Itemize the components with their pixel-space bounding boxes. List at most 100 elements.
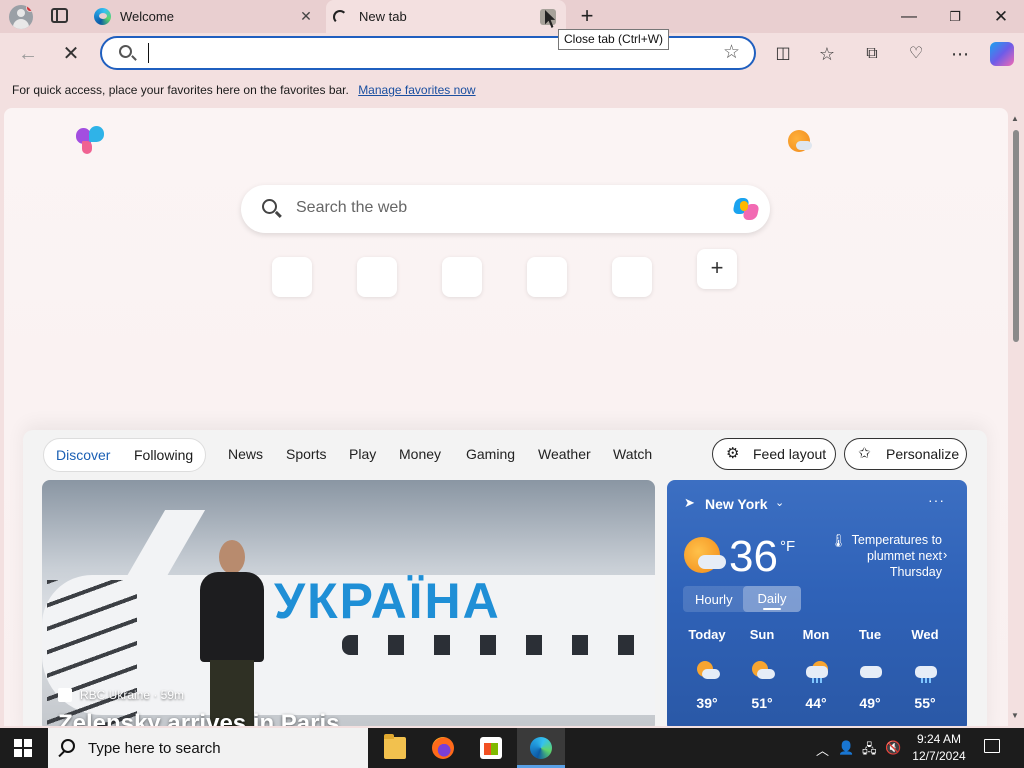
quick-link[interactable]: [272, 257, 312, 297]
stop-loading-button[interactable]: ✕: [60, 43, 82, 65]
taskbar-search[interactable]: Type here to search: [48, 728, 368, 768]
manage-favorites-link[interactable]: Manage favorites now: [358, 83, 475, 97]
news-feed: Discover Following News Sports Play Mone…: [23, 430, 987, 726]
system-clock[interactable]: 9:24 AM 12/7/2024: [908, 731, 970, 765]
nav-gaming[interactable]: Gaming: [466, 446, 515, 462]
close-window-button[interactable]: ✕: [978, 0, 1024, 33]
quick-link[interactable]: [527, 257, 567, 297]
scroll-up-icon[interactable]: ▲: [1011, 114, 1019, 123]
tab-strip: Welcome ✕ New tab + — ❐ ✕: [0, 0, 1024, 33]
chevron-down-icon[interactable]: ⌄: [775, 496, 784, 509]
toggle-daily[interactable]: Daily: [743, 586, 801, 612]
collections-icon[interactable]: ⧉: [861, 43, 883, 65]
boarding-stairs: [47, 580, 137, 726]
web-search-box[interactable]: Search the web: [241, 185, 770, 233]
sparkle-star-icon: ✩: [858, 445, 871, 462]
tab-actions-icon[interactable]: [51, 8, 68, 23]
forecast-day[interactable]: Tue 49°: [844, 620, 896, 726]
sun-cloud-rain-icon: [804, 660, 828, 683]
header-weather-icon[interactable]: [788, 130, 812, 152]
toggle-hourly[interactable]: Hourly: [695, 592, 733, 607]
nav-play[interactable]: Play: [349, 446, 376, 462]
search-icon: [61, 739, 75, 753]
forecast-day-name: Tue: [858, 627, 882, 642]
more-options-icon[interactable]: ···: [928, 492, 945, 508]
copilot-icon[interactable]: [990, 42, 1014, 66]
personalize-button[interactable]: ✩ Personalize: [844, 438, 967, 470]
forecast-day[interactable]: Mon 44°: [790, 620, 842, 726]
forecast-day[interactable]: Wed 55°: [899, 620, 951, 726]
search-icon: [119, 45, 132, 58]
chevron-right-icon[interactable]: ›: [943, 547, 947, 562]
add-favorite-star-icon[interactable]: ☆: [723, 41, 740, 64]
toolbar: ← ✕ ☆ ◫ ☆ ⧉ ♡ ⋯: [0, 33, 1024, 75]
forecast-day[interactable]: Sun 51°: [736, 620, 788, 726]
nav-watch[interactable]: Watch: [613, 446, 652, 462]
more-icon[interactable]: ⋯: [949, 43, 971, 65]
rain-icon: [913, 660, 937, 683]
scroll-down-icon[interactable]: ▼: [1011, 711, 1019, 720]
news-source: RBC Ukraine · 59m: [58, 688, 184, 702]
feed-layout-button[interactable]: ⚙ Feed layout: [712, 438, 836, 470]
forecast-day-name: Wed: [911, 627, 939, 642]
profile-icon[interactable]: [9, 5, 33, 29]
file-explorer-icon: [384, 734, 406, 759]
plane-windows: [342, 635, 642, 655]
close-icon[interactable]: ✕: [300, 9, 312, 23]
temperature-unit[interactable]: °F: [780, 538, 795, 555]
hero-news-card[interactable]: УКРАЇНА RBC Ukraine · 59m Zelensky arriv…: [42, 480, 655, 726]
split-screen-icon[interactable]: ◫: [772, 43, 794, 65]
notification-center-icon[interactable]: [984, 739, 1000, 753]
location-arrow-icon: ➤: [684, 495, 695, 510]
volume-muted-icon[interactable]: 🔇: [885, 740, 901, 756]
clock-time: 9:24 AM: [916, 732, 962, 746]
add-quick-link-button[interactable]: +: [697, 249, 737, 289]
forecast-day[interactable]: Today 39°: [681, 620, 733, 726]
file-explorer-app[interactable]: [371, 728, 419, 768]
scrollbar-thumb[interactable]: [1013, 130, 1019, 342]
hero-headline[interactable]: Zelensky arrives in Paris: [58, 710, 340, 726]
page-scrollbar[interactable]: ▲ ▼: [1008, 108, 1024, 726]
quick-link[interactable]: [442, 257, 482, 297]
copilot-icon[interactable]: [732, 195, 760, 223]
source-line: RBC Ukraine · 59m: [80, 688, 185, 702]
back-button[interactable]: ←: [17, 43, 39, 65]
hero-person: [192, 540, 272, 726]
forecast-day-name: Today: [688, 627, 726, 642]
nav-weather[interactable]: Weather: [538, 446, 591, 462]
microsoft-start-logo[interactable]: [76, 126, 108, 156]
tab-welcome[interactable]: Welcome ✕: [84, 0, 326, 33]
tab-new-tab[interactable]: New tab: [326, 0, 566, 33]
weather-alert[interactable]: Temperatures to plummet next Thursday: [832, 532, 942, 580]
favorites-icon[interactable]: ☆: [816, 43, 838, 65]
clock-date: 12/7/2024: [912, 749, 966, 763]
edge-app[interactable]: [517, 728, 565, 768]
quick-link[interactable]: [357, 257, 397, 297]
microsoft-store-app[interactable]: [467, 728, 515, 768]
new-tab-button[interactable]: +: [578, 5, 596, 27]
show-hidden-icons-chevron-icon[interactable]: ︿: [816, 740, 829, 759]
taskbar: Type here to search ︿ 👤 🖧 🔇 9:24 AM 12/7…: [0, 728, 1024, 768]
windows-start-icon[interactable]: [14, 739, 32, 757]
minimize-button[interactable]: —: [886, 0, 932, 33]
nav-news[interactable]: News: [228, 446, 263, 462]
network-icon[interactable]: 🖧: [862, 740, 877, 762]
notification-dot: [26, 5, 33, 12]
browser-essentials-icon[interactable]: ♡: [905, 43, 927, 65]
user-account-icon[interactable]: 👤: [838, 740, 854, 756]
firefox-app[interactable]: [419, 728, 467, 768]
partly-sunny-icon: [695, 660, 720, 682]
tab-discover[interactable]: Discover: [56, 447, 110, 463]
feed-tab-group: Discover Following: [43, 438, 206, 472]
hero-image-text: УКРАЇНА: [274, 573, 501, 629]
nav-money[interactable]: Money: [399, 446, 441, 462]
forecast-day-name: Mon: [802, 627, 830, 642]
forecast-day-name: Sun: [749, 627, 775, 642]
weather-location[interactable]: New York: [705, 496, 768, 512]
nav-sports[interactable]: Sports: [286, 446, 326, 462]
tab-following[interactable]: Following: [134, 447, 193, 463]
weather-card[interactable]: ➤ New York ⌄ ··· 36 °F 🌡 Temperatures to…: [667, 480, 967, 726]
edge-icon: [530, 737, 552, 759]
quick-link[interactable]: [612, 257, 652, 297]
restore-button[interactable]: ❐: [932, 0, 978, 33]
